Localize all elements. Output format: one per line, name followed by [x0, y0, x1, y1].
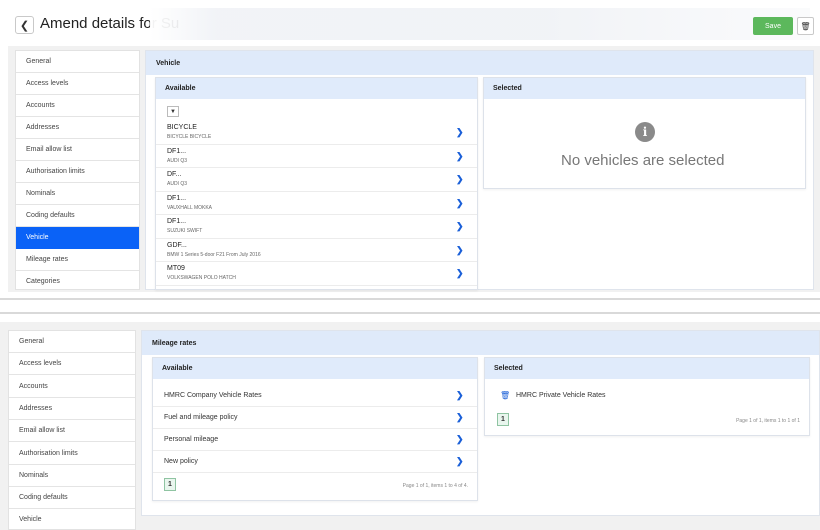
vehicle-registration: BICYCLE: [167, 124, 197, 131]
chevron-right-icon[interactable]: ❯: [456, 412, 464, 423]
vehicle-list-item[interactable]: DF1... SUZUKI SWIFT ❯: [156, 215, 477, 239]
back-button[interactable]: ❮: [15, 16, 34, 34]
sidebar-item-accounts[interactable]: Accounts: [16, 95, 139, 117]
vehicle-description: AUDI Q3: [167, 181, 188, 187]
selected-rates-card: Selected 🗑 HMRC Private Vehicle Rates 1 …: [484, 357, 810, 436]
chevron-right-icon[interactable]: ❯: [456, 198, 464, 209]
sidebar-item-addresses[interactable]: Addresses: [9, 398, 135, 420]
chevron-right-icon[interactable]: ❯: [456, 434, 464, 445]
sidebar-item-addresses[interactable]: Addresses: [16, 117, 139, 139]
page-info: Page 1 of 1, items 1 to 1 of 1: [736, 418, 800, 424]
chevron-right-icon[interactable]: ❯: [456, 245, 464, 256]
vehicle-list-item[interactable]: DF... AUDI Q3 ❯: [156, 168, 477, 192]
sidebar-item-vehicle[interactable]: Vehicle: [16, 227, 139, 249]
sidebar-item-categories[interactable]: Categories: [16, 271, 139, 289]
available-rates-card: Available HMRC Company Vehicle Rates ❯ Fue…: [152, 357, 478, 501]
save-button[interactable]: Save: [753, 17, 793, 35]
vehicle-list-item[interactable]: DF1... AUDI Q3 ❯: [156, 145, 477, 168]
chevron-left-icon: ❮: [19, 19, 30, 32]
rate-list-item[interactable]: New policy ❯: [153, 451, 477, 473]
chevron-right-icon[interactable]: ❯: [456, 268, 464, 279]
vehicle-registration: DF1...: [167, 218, 187, 225]
section-title: Vehicle: [146, 51, 813, 75]
vehicle-registration: MT09: [167, 265, 185, 272]
card-title: Available: [153, 358, 477, 379]
vehicle-description: SUZUKI SWIFT: [167, 228, 203, 234]
screenshot-divider: [0, 298, 820, 300]
page-header: ❮ Amend details for Su Save 🗑: [0, 0, 820, 46]
chevron-right-icon[interactable]: ❯: [456, 221, 464, 232]
vehicle-list-item[interactable]: MT09 VOLKSWAGEN POLO HATCH ❯: [156, 262, 477, 286]
screenshot-divider: [0, 312, 820, 314]
chevron-right-icon[interactable]: ❯: [456, 151, 464, 162]
rate-list-item[interactable]: Fuel and mileage policy ❯: [153, 407, 477, 429]
available-vehicles-card: Available ▼ BICYCLE BICYCLE BICYCLE ❯ DF1..…: [155, 77, 478, 290]
rate-label: Fuel and mileage policy: [164, 414, 238, 421]
sidebar-item-general[interactable]: General: [16, 51, 139, 73]
chevron-right-icon[interactable]: ❯: [456, 456, 464, 467]
filter-button[interactable]: ▼: [167, 106, 179, 117]
page-info: Page 1 of 1, items 1 to 4 of 4.: [402, 483, 468, 489]
card-title: Selected: [485, 358, 809, 379]
vehicle-description: BMW 1 Series 5-door F21 From July 2016: [167, 251, 261, 258]
sidebar-item-authorisation-limits[interactable]: Authorisation limits: [16, 161, 139, 183]
vehicle-list-item[interactable]: GDF... BMW 1 Series 5-door F21 From July …: [156, 239, 477, 262]
sidebar-item-nominals[interactable]: Nominals: [16, 183, 139, 205]
vehicle-description: AUDI Q3: [167, 157, 188, 164]
vehicle-list: BICYCLE BICYCLE BICYCLE ❯ DF1... AUDI Q3 ❯ DF.…: [156, 121, 477, 289]
card-title: Available: [156, 78, 477, 99]
settings-sidebar: General Access levels Accounts Addresses Ema…: [15, 50, 140, 290]
selected-vehicles-card: Selected i No vehicles are selected: [483, 77, 806, 189]
filter-icon: ▼: [170, 108, 176, 115]
page-button[interactable]: 1: [497, 413, 509, 426]
sidebar-item-general[interactable]: General: [9, 331, 135, 353]
sidebar-item-coding-defaults[interactable]: Coding defaults: [16, 205, 139, 227]
sidebar-item-access-levels[interactable]: Access levels: [16, 73, 139, 95]
rate-list-item[interactable]: HMRC Company Vehicle Rates ❯: [153, 385, 477, 407]
rate-list-item[interactable]: Personal mileage ❯: [153, 429, 477, 451]
chevron-right-icon[interactable]: ❯: [456, 174, 464, 185]
rate-label: New policy: [164, 458, 198, 465]
vehicle-registration: DF1...: [167, 194, 187, 202]
vehicle-description: VOLKSWAGEN POLO HATCH: [167, 275, 236, 281]
empty-state-message: No vehicles are selected: [561, 152, 725, 169]
vehicle-description: BICYCLE BICYCLE: [167, 134, 212, 140]
rate-label: HMRC Company Vehicle Rates: [164, 392, 262, 399]
vehicle-description: VAUXHALL MOKKA: [167, 204, 213, 211]
selected-rate-label: HMRC Private Vehicle Rates: [516, 392, 606, 399]
rate-list: HMRC Company Vehicle Rates ❯ Fuel and mile…: [153, 385, 477, 475]
vehicle-registration: GDF...: [167, 241, 187, 249]
trash-icon[interactable]: 🗑: [500, 391, 510, 400]
rate-label: Personal mileage: [164, 436, 219, 443]
sidebar-item-access-levels[interactable]: Access levels: [9, 353, 135, 376]
settings-sidebar: General Access levels Accounts Addresses Ema…: [8, 330, 136, 530]
vehicle-list-item[interactable]: BICYCLE BICYCLE BICYCLE ❯: [156, 121, 477, 145]
sidebar-item-mileage-rates[interactable]: Mileage rates: [16, 249, 139, 271]
sidebar-item-vehicle[interactable]: Vehicle: [9, 509, 135, 529]
chevron-right-icon[interactable]: ❯: [456, 127, 464, 138]
delete-button[interactable]: 🗑: [797, 17, 814, 35]
section-title: Mileage rates: [142, 331, 819, 355]
sidebar-item-coding-defaults[interactable]: Coding defaults: [9, 487, 135, 510]
sidebar-item-email-allow-list[interactable]: Email allow list: [16, 139, 139, 161]
card-title: Selected: [484, 78, 805, 99]
trash-icon: 🗑: [800, 21, 811, 31]
vehicle-registration: DF...: [167, 171, 182, 178]
redaction-overlay: [150, 8, 810, 40]
page-button[interactable]: 1: [164, 478, 176, 491]
sidebar-item-email-allow-list[interactable]: Email allow list: [9, 420, 135, 443]
chevron-right-icon[interactable]: ❯: [456, 390, 464, 401]
vehicle-list-item[interactable]: DF1... VAUXHALL MOKKA ❯: [156, 192, 477, 215]
selected-rate-row: 🗑 HMRC Private Vehicle Rates: [485, 385, 809, 407]
sidebar-item-authorisation-limits[interactable]: Authorisation limits: [9, 443, 135, 465]
vehicle-registration: DF1...: [167, 147, 187, 155]
sidebar-item-accounts[interactable]: Accounts: [9, 376, 135, 398]
info-icon: i: [635, 122, 655, 142]
sidebar-item-nominals[interactable]: Nominals: [9, 465, 135, 487]
